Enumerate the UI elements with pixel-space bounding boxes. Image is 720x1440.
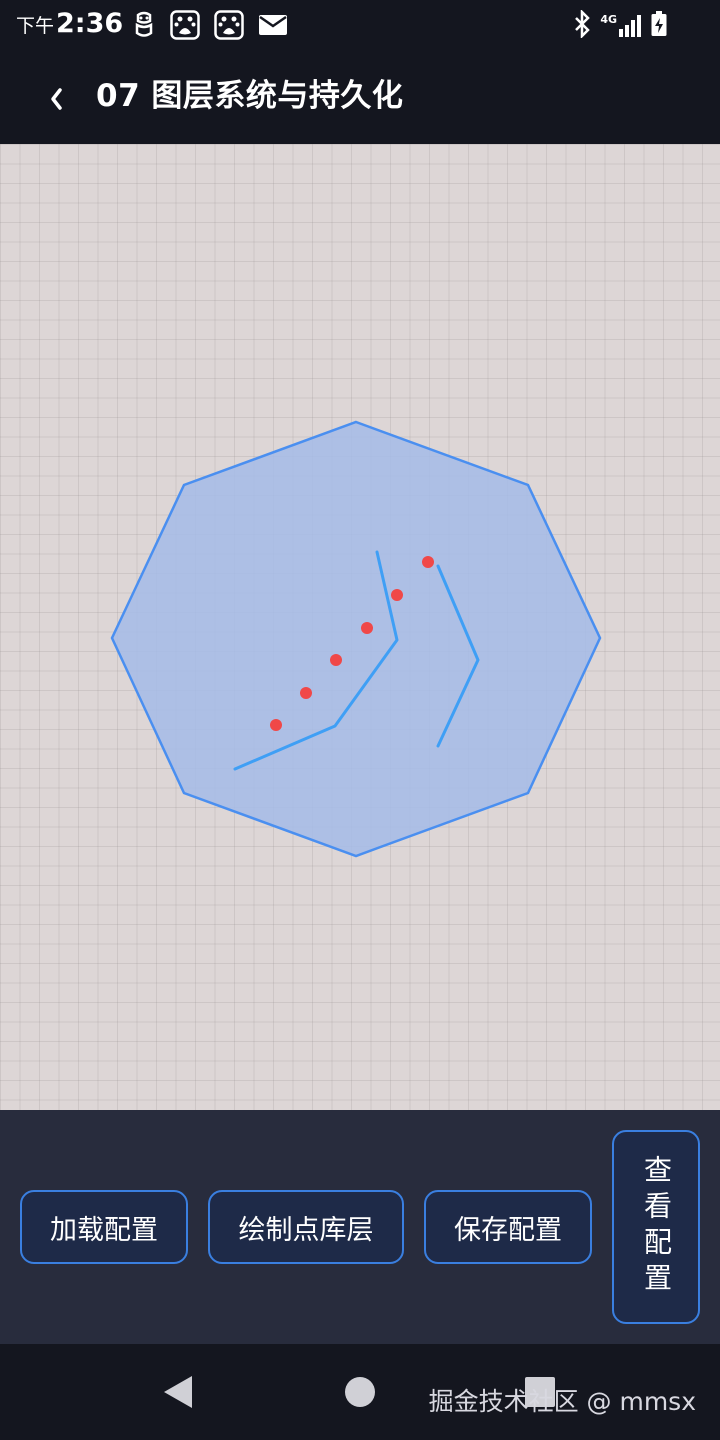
time-prefix: 下午 [16, 15, 55, 37]
robot-icon [132, 11, 156, 43]
status-time: 下午 2:36 [16, 8, 123, 42]
4g-signal-icon: 4G [600, 14, 642, 38]
time-value: 2:36 [56, 8, 124, 39]
point-marker[interactable] [361, 622, 373, 634]
back-button[interactable] [34, 74, 78, 124]
status-bar: 下午 2:36 4G [0, 0, 720, 50]
point-marker[interactable] [422, 556, 434, 568]
load-config-button[interactable]: 加载配置 [20, 1190, 188, 1264]
page-title: 07 图层系统与持久化 [96, 78, 404, 114]
map-canvas[interactable] [0, 144, 720, 1110]
draw-point-layer-button[interactable]: 绘制点库层 [208, 1190, 404, 1264]
baidu-paw-icon [214, 10, 244, 44]
baidu-paw-icon [170, 10, 200, 44]
notification-icons [132, 10, 288, 44]
point-marker[interactable] [391, 589, 403, 601]
bottom-toolbar: 加载配置 绘制点库层 保存配置 查看配置 [0, 1110, 720, 1344]
watermark-text: 掘金技术社区 @ mmsx [428, 1387, 696, 1416]
nav-back-icon[interactable] [160, 1372, 200, 1412]
point-marker[interactable] [270, 719, 282, 731]
bluetooth-icon [572, 8, 592, 42]
app-bar: 07 图层系统与持久化 [0, 50, 720, 144]
save-config-button[interactable]: 保存配置 [424, 1190, 592, 1264]
point-marker[interactable] [330, 654, 342, 666]
canvas-drawing [110, 420, 602, 858]
network-type-label: 4G [600, 13, 617, 26]
mail-icon [258, 13, 288, 41]
view-config-button[interactable]: 查看配置 [612, 1130, 700, 1324]
chevron-left-icon [51, 88, 62, 110]
system-status-icons: 4G [572, 8, 668, 42]
point-marker[interactable] [300, 687, 312, 699]
octagon-polygon[interactable] [110, 420, 602, 858]
nav-home-icon[interactable] [344, 1376, 376, 1408]
battery-charging-icon [650, 10, 668, 42]
